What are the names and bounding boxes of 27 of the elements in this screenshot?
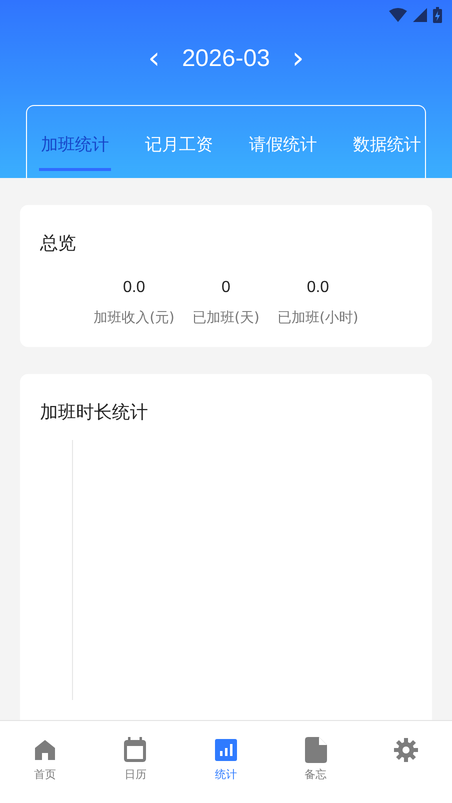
- stat-label: 已加班(天): [192, 309, 260, 327]
- wifi-icon: [389, 8, 407, 22]
- calendar-icon: [123, 737, 148, 763]
- settings-icon: [394, 737, 418, 763]
- nav-item[interactable]: 备忘: [298, 737, 333, 785]
- tab[interactable]: 请假统计: [247, 119, 319, 171]
- battery-icon: [433, 7, 442, 23]
- stat-value: 0: [222, 279, 230, 297]
- stat-value: 0.0: [306, 279, 330, 297]
- tab[interactable]: 数据统计: [351, 119, 423, 171]
- stat-label: 已加班(小时): [277, 309, 358, 327]
- tab[interactable]: 加班统计: [39, 119, 111, 171]
- card-title: 加班时长统计: [40, 401, 149, 424]
- signal-icon: [413, 8, 427, 22]
- month-title: 2026-03: [182, 45, 270, 73]
- next-month-button[interactable]: ›: [284, 44, 312, 74]
- previous-month-button[interactable]: ‹: [140, 44, 168, 74]
- card-title: 总览: [40, 232, 77, 255]
- document-icon: [304, 737, 327, 763]
- nav-item[interactable]: 统计: [208, 737, 243, 785]
- stat-label: 加班收入(元): [94, 309, 175, 327]
- nav-item[interactable]: 日历: [117, 737, 154, 785]
- home-icon: [34, 737, 56, 763]
- tab[interactable]: 记月工资: [143, 119, 215, 171]
- stat-value: 0.0: [122, 279, 146, 297]
- nav-item[interactable]: 首页: [28, 737, 62, 785]
- bar-chart-icon: [214, 737, 237, 763]
